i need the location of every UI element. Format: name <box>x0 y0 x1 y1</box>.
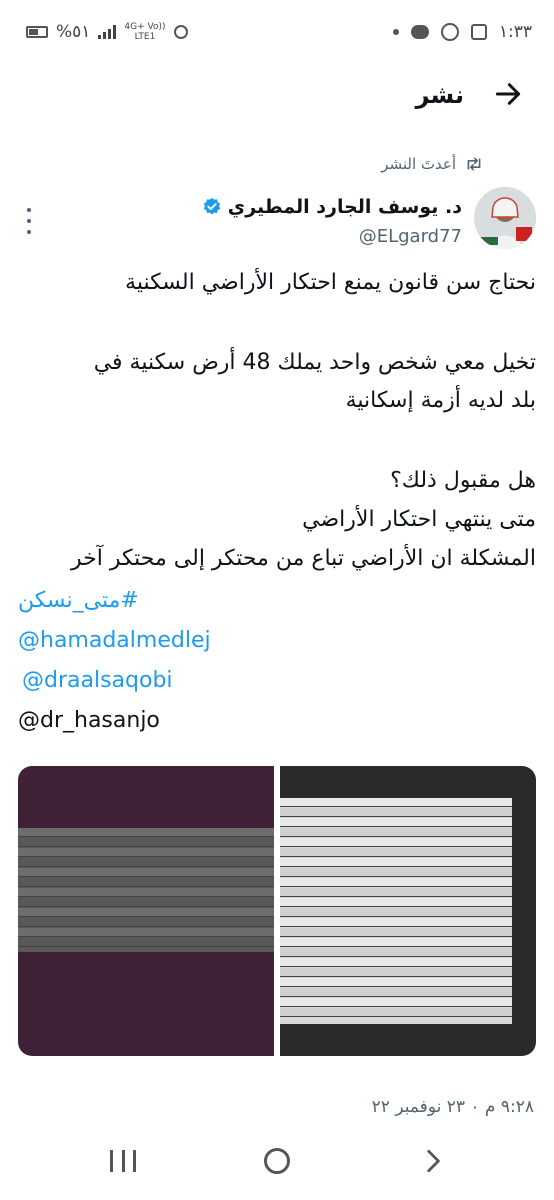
spreadsheet-image-1 <box>18 828 274 952</box>
avatar[interactable] <box>474 187 536 249</box>
tweet-line-2: تخيل معي شخص واحد يملك 48 أرض سكنية في <box>93 350 536 375</box>
mention-dr-hasanjo[interactable]: @dr_hasanjo <box>18 708 160 733</box>
status-left: %٥١ 4G+ Vo)) LTE1 <box>26 22 188 42</box>
signal-icon <box>98 25 117 39</box>
tweet-line-4: هل مقبول ذلك؟ <box>390 468 536 493</box>
tweet-line-5: متى ينتهي احتكار الأراضي <box>302 507 536 532</box>
network-bottom: LTE1 <box>134 32 156 42</box>
mention-hamadalmedlej[interactable]: @hamadalmedlej <box>18 628 211 653</box>
back-arrow-icon[interactable] <box>492 78 524 110</box>
author-handle[interactable]: @ELgard77 <box>359 226 462 247</box>
battery-icon <box>26 26 48 38</box>
tweet-line-3: بلد لديه أزمة إسكانية <box>345 388 536 413</box>
top-header: نشر <box>0 64 554 128</box>
tweet-line-6: المشكلة ان الأراضي تباع من محتكر إلى محت… <box>71 546 536 571</box>
author-name[interactable]: د. يوسف الجارد المطيري <box>202 196 462 218</box>
more-options-icon[interactable] <box>22 208 36 234</box>
network-top: 4G+ Vo)) <box>124 22 166 32</box>
hashtag-link[interactable]: #متى_نسكن <box>18 588 139 613</box>
whatsapp-icon <box>440 23 459 41</box>
attached-image-1[interactable] <box>18 766 274 1056</box>
repost-indicator: أعدتَ النشر <box>381 155 484 173</box>
home-icon[interactable] <box>264 1148 290 1174</box>
tweet-line-1: نحتاج سن قانون يمنع احتكار الأراضي السكن… <box>125 270 536 295</box>
chat-icon <box>410 25 429 39</box>
battery-percent: %٥١ <box>56 22 91 42</box>
attached-image-2[interactable] <box>280 766 536 1056</box>
avatar-image <box>474 187 536 249</box>
author-name-text: د. يوسف الجارد المطيري <box>227 196 462 218</box>
nav-back-icon[interactable] <box>420 1148 446 1174</box>
recents-icon[interactable] <box>110 1150 136 1172</box>
recycle-icon <box>173 25 188 39</box>
verified-badge-icon <box>203 197 220 215</box>
repost-label: أعدتَ النشر <box>381 155 456 173</box>
page-title: نشر <box>415 81 464 109</box>
status-bar: %٥١ 4G+ Vo)) LTE1 ١:٣٣ <box>0 0 554 64</box>
repost-icon <box>467 157 481 171</box>
gallery-icon <box>470 24 487 40</box>
clock: ١:٣٣ <box>498 22 532 42</box>
tweet-timestamp: ٩:٢٨ م ٠ ٢٣ نوفمبر ٢٢ <box>371 1097 534 1117</box>
notification-dot-icon <box>392 29 399 35</box>
system-nav-bar <box>0 1130 554 1200</box>
spreadsheet-image-2 <box>280 798 512 1024</box>
status-right: ١:٣٣ <box>392 22 532 42</box>
network-indicator: 4G+ Vo)) LTE1 <box>124 22 165 42</box>
mention-draalsaqobi[interactable]: @draalsaqobi <box>22 668 173 693</box>
